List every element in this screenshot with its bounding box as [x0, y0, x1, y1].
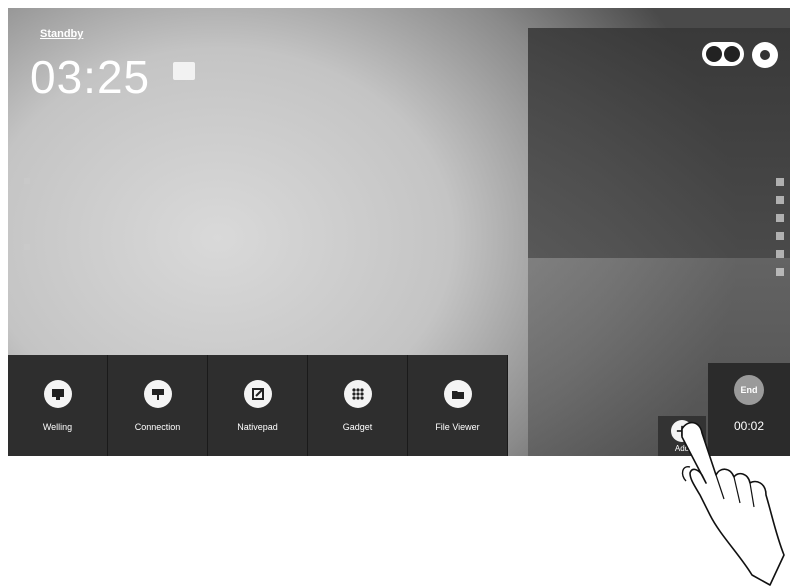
calendar-icon — [173, 60, 197, 82]
dock-item-nativepad[interactable]: Nativepad — [208, 355, 308, 456]
dock-item-file-viewer[interactable]: File Viewer — [408, 355, 508, 456]
monitor-icon — [43, 379, 72, 408]
right-edge-toolbar — [776, 178, 784, 276]
settings-gear-icon[interactable] — [752, 42, 778, 68]
cast-icon — [143, 379, 172, 408]
side-tool-icon[interactable] — [776, 232, 784, 240]
side-tool-icon[interactable] — [776, 268, 784, 276]
standby-label: Standby — [40, 28, 84, 40]
left-edge-handles — [24, 178, 30, 250]
dock-item-label: File Viewer — [435, 421, 480, 432]
left-handle-icon[interactable] — [24, 244, 30, 250]
dock-item-label: Nativepad — [237, 421, 278, 432]
dock-item-connection[interactable]: Connection — [108, 355, 208, 456]
display-screen: Standby 03:25 Welling Connection Nativep… — [8, 8, 790, 456]
user-toggle-icon[interactable] — [702, 42, 744, 66]
apps-grid-icon — [343, 379, 372, 408]
edit-note-icon — [243, 379, 272, 408]
app-dock: Welling Connection Nativepad Gadget File… — [8, 355, 508, 456]
dock-item-label: Connection — [134, 421, 181, 432]
clock-time: 03:25 — [30, 51, 151, 103]
dock-item-welling[interactable]: Welling — [8, 355, 108, 456]
dock-item-label: Welling — [42, 421, 73, 432]
end-button[interactable]: End — [734, 375, 764, 405]
pointing-hand-illustration — [681, 421, 785, 586]
side-tool-icon[interactable] — [776, 196, 784, 204]
side-tool-icon[interactable] — [776, 178, 784, 186]
side-tool-icon[interactable] — [776, 250, 784, 258]
folder-icon — [443, 379, 472, 408]
left-handle-icon[interactable] — [24, 178, 30, 184]
side-tool-icon[interactable] — [776, 214, 784, 222]
top-right-controls — [702, 42, 778, 68]
dock-item-label: Gadget — [342, 421, 373, 432]
dock-item-gadget[interactable]: Gadget — [308, 355, 408, 456]
